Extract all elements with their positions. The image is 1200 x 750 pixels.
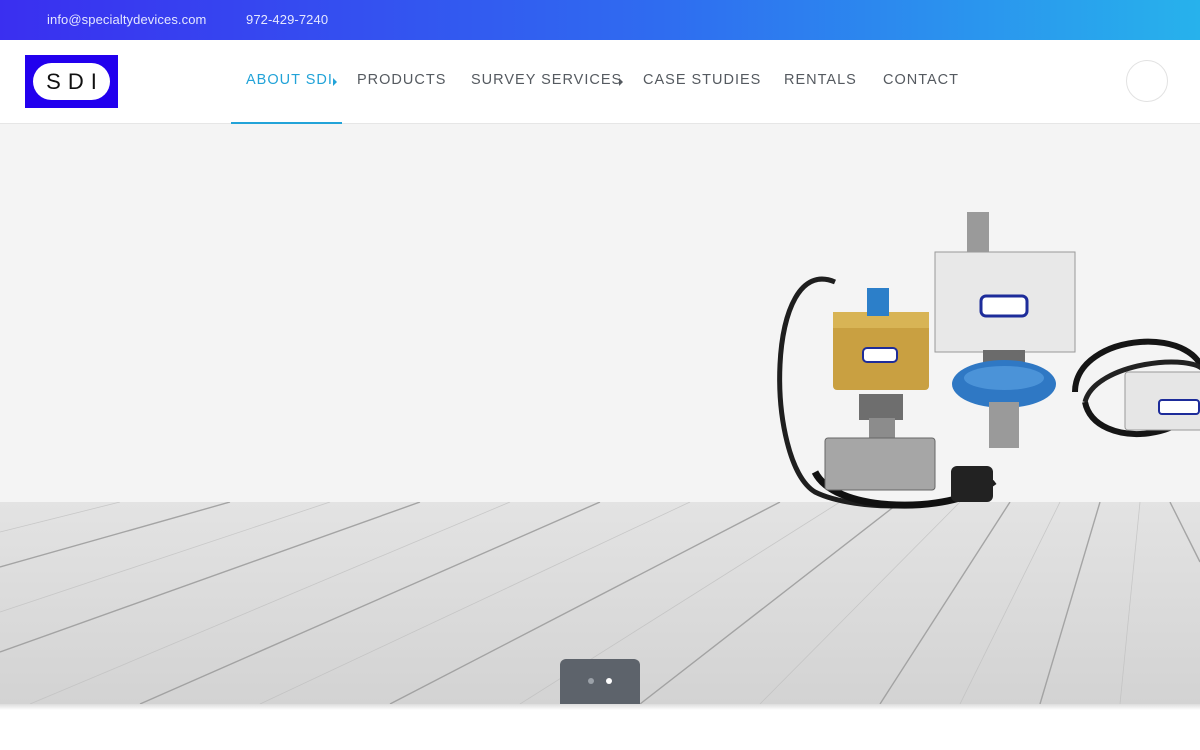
nav-about-sdi[interactable]: ABOUT SDI bbox=[246, 72, 333, 88]
top-contact-bar: info@specialtydevices.com 972-429-7240 bbox=[0, 0, 1200, 40]
nav-survey-services[interactable]: SURVEY SERVICES bbox=[471, 72, 622, 88]
nav-case-studies[interactable]: CASE STUDIES bbox=[643, 72, 761, 88]
site-header: SDI ABOUT SDI PRODUCTS SURVEY SERVICES C… bbox=[0, 40, 1200, 124]
nav-contact[interactable]: CONTACT bbox=[883, 72, 959, 88]
hero-slider bbox=[0, 124, 1200, 704]
slider-pagination bbox=[560, 659, 640, 704]
nav-rentals[interactable]: RENTALS bbox=[784, 72, 857, 88]
contact-email[interactable]: info@specialtydevices.com bbox=[47, 12, 206, 27]
logo-text: SDI bbox=[33, 63, 110, 100]
about-submenu-caret-icon[interactable] bbox=[333, 78, 337, 86]
nav-products[interactable]: PRODUCTS bbox=[357, 72, 446, 88]
slide-dot-1[interactable] bbox=[588, 678, 594, 684]
contact-phone[interactable]: 972-429-7240 bbox=[246, 12, 328, 27]
sdi-logo[interactable]: SDI bbox=[25, 55, 118, 108]
slide-dot-2[interactable] bbox=[606, 678, 612, 684]
hero-bottom-shadow bbox=[0, 704, 1200, 710]
search-button[interactable] bbox=[1126, 60, 1168, 102]
sdi-equipment-image bbox=[777, 212, 1200, 509]
survey-submenu-caret-icon[interactable] bbox=[619, 78, 623, 86]
